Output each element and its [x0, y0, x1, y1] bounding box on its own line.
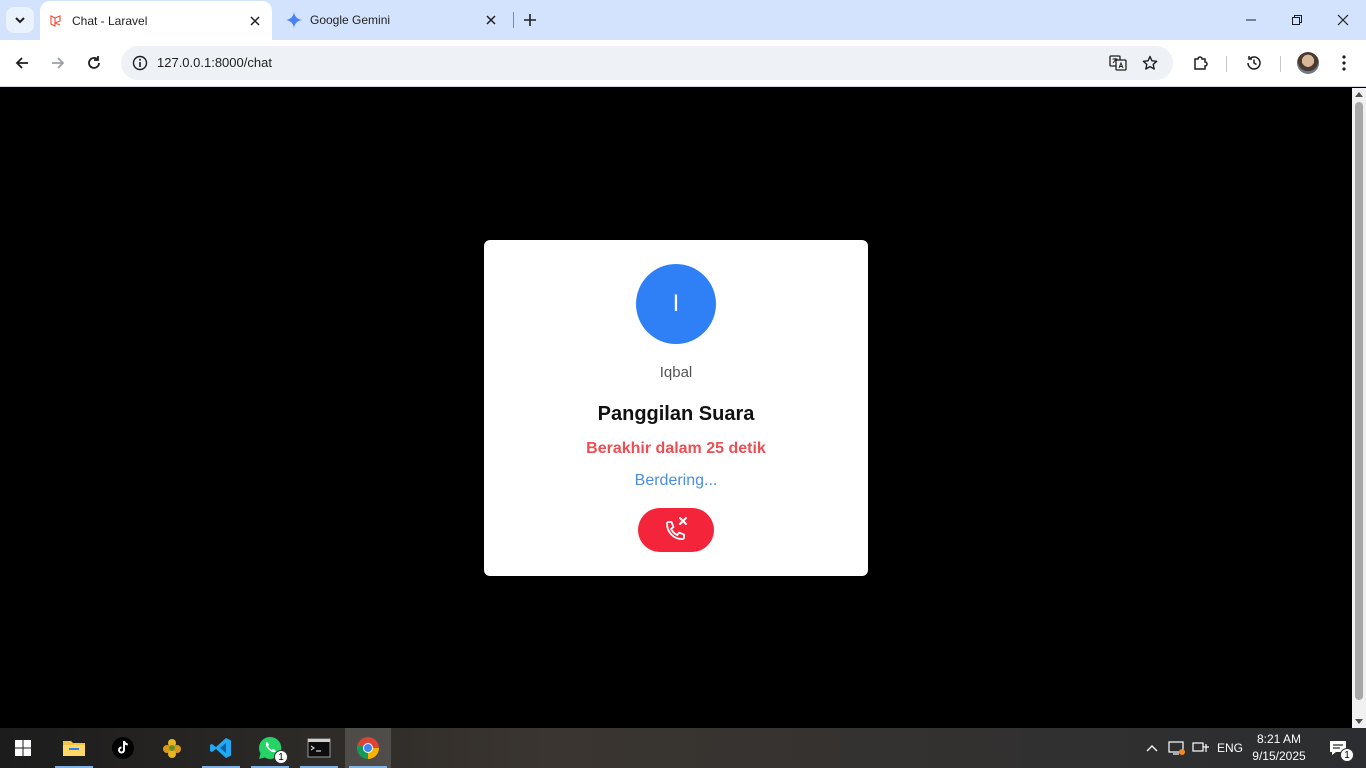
- terminal-icon: [307, 738, 331, 758]
- chevron-down-icon: [15, 17, 25, 24]
- end-call-button[interactable]: [638, 508, 714, 552]
- whatsapp-badge: 1: [274, 750, 288, 764]
- toolbar-divider: [1226, 56, 1227, 72]
- extensions-button[interactable]: [1186, 48, 1216, 78]
- scroll-thumb[interactable]: [1355, 102, 1363, 700]
- minimize-button[interactable]: [1228, 0, 1274, 40]
- page-overlay: I Iqbal Panggilan Suara Berakhir dalam 2…: [0, 88, 1352, 728]
- bookmark-star-icon[interactable]: [1139, 52, 1161, 74]
- taskbar-chrome[interactable]: [345, 728, 391, 768]
- flower-icon: [163, 739, 181, 758]
- display-icon: [1168, 741, 1185, 755]
- site-info-icon[interactable]: [129, 52, 151, 74]
- browser-toolbar: 127.0.0.1:8000/chat: [0, 40, 1366, 87]
- kebab-menu-icon: [1342, 55, 1346, 71]
- taskbar-clock[interactable]: 8:21 AM 9/15/2025: [1246, 731, 1312, 765]
- page-scrollbar[interactable]: [1352, 88, 1366, 728]
- network-icon: [1192, 742, 1209, 752]
- taskbar-file-explorer[interactable]: [51, 728, 97, 768]
- url-text[interactable]: 127.0.0.1:8000/chat: [157, 55, 272, 70]
- call-type-title: Panggilan Suara: [597, 403, 755, 425]
- arrow-right-icon: [52, 57, 65, 69]
- tab-chat-laravel[interactable]: Chat - Laravel: [40, 1, 272, 40]
- notification-center-button[interactable]: 1: [1318, 728, 1358, 768]
- call-countdown: Berakhir dalam 25 detik: [586, 440, 766, 457]
- chrome-icon: [357, 737, 379, 759]
- windows-taskbar: 1 ENG 8:21 AM 9/15/2025 1: [0, 728, 1366, 768]
- taskbar-whatsapp[interactable]: 1: [247, 728, 293, 768]
- call-dialog: I Iqbal Panggilan Suara Berakhir dalam 2…: [484, 240, 868, 576]
- tray-network-icon[interactable]: [1190, 728, 1212, 768]
- folder-icon: [63, 741, 85, 756]
- tiktok-icon: [112, 737, 134, 759]
- clock-time: 8:21 AM: [1256, 732, 1302, 746]
- caller-name: Iqbal: [659, 364, 693, 381]
- restore-button[interactable]: [1274, 0, 1320, 40]
- history-icon: [1247, 56, 1261, 70]
- tray-overflow-button[interactable]: [1142, 728, 1162, 768]
- tray-device-icon[interactable]: [1166, 728, 1188, 768]
- back-button[interactable]: [7, 48, 37, 78]
- translate-icon[interactable]: [1107, 52, 1129, 74]
- address-bar[interactable]: 127.0.0.1:8000/chat: [121, 46, 1173, 80]
- tab-divider: [513, 12, 514, 28]
- toolbar-divider: [1280, 56, 1281, 72]
- tab-search-button[interactable]: [6, 7, 34, 33]
- clock-date: 9/15/2025: [1252, 749, 1306, 763]
- reload-icon: [88, 56, 100, 69]
- taskbar-tiktok[interactable]: [100, 728, 146, 768]
- phone-missed-icon: [666, 517, 687, 540]
- notification-badge: 1: [1340, 748, 1354, 762]
- tab-title: Chat - Laravel: [72, 13, 148, 28]
- call-status: Berdering...: [634, 472, 718, 489]
- tab-google-gemini[interactable]: Google Gemini: [278, 0, 508, 40]
- taskbar-flower-app[interactable]: [149, 728, 195, 768]
- history-button[interactable]: [1239, 48, 1269, 78]
- reload-button[interactable]: [79, 48, 109, 78]
- menu-button[interactable]: [1329, 48, 1359, 78]
- windows-logo-icon: [15, 740, 31, 756]
- tab-title: Google Gemini: [310, 13, 391, 27]
- close-icon[interactable]: [482, 11, 500, 29]
- close-icon: [1337, 14, 1349, 26]
- chevron-up-icon: [1146, 745, 1158, 752]
- taskbar-terminal[interactable]: [296, 728, 342, 768]
- scroll-up-arrow[interactable]: [1355, 92, 1363, 97]
- vscode-icon: [210, 738, 231, 758]
- close-icon[interactable]: [246, 12, 264, 30]
- scroll-down-arrow[interactable]: [1355, 719, 1363, 724]
- restore-icon: [1292, 15, 1302, 25]
- language-indicator[interactable]: ENG: [1214, 728, 1246, 768]
- gemini-icon: [286, 12, 302, 28]
- profile-avatar[interactable]: [1297, 52, 1319, 74]
- plus-icon: [524, 14, 536, 26]
- puzzle-icon: [1194, 56, 1208, 70]
- arrow-left-icon: [15, 57, 28, 69]
- taskbar-vscode[interactable]: [198, 728, 244, 768]
- start-button[interactable]: [0, 728, 46, 768]
- forward-button[interactable]: [43, 48, 73, 78]
- minimize-icon: [1246, 19, 1256, 21]
- close-window-button[interactable]: [1320, 0, 1366, 40]
- new-tab-button[interactable]: [519, 9, 541, 31]
- laravel-icon: [48, 13, 64, 29]
- caller-avatar: I: [636, 264, 716, 344]
- tab-strip: Chat - Laravel Google Gemini: [0, 0, 1366, 40]
